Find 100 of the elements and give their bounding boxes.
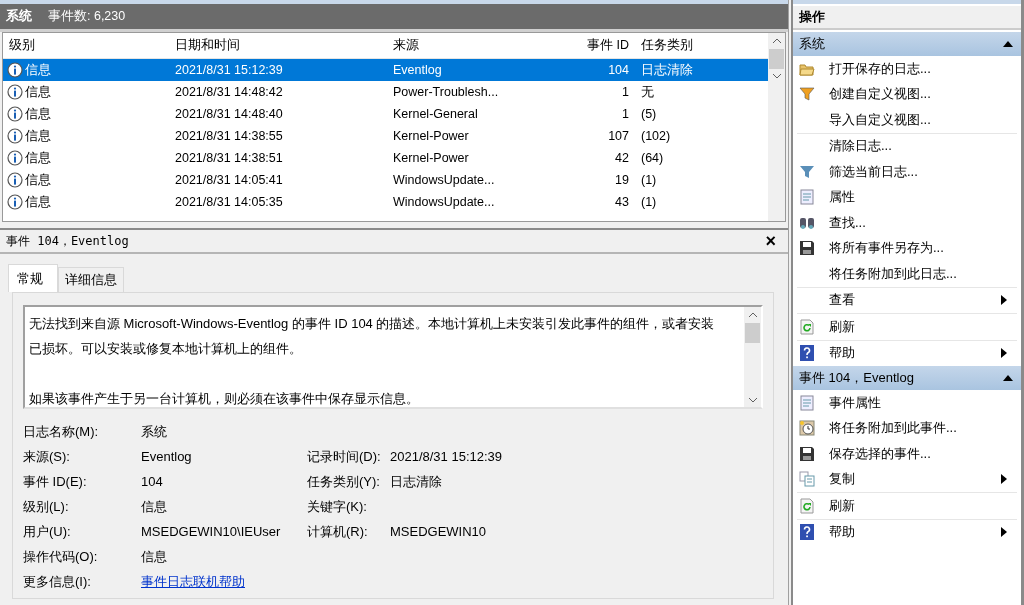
table-cell: 信息 (25, 193, 51, 211)
info-icon (7, 62, 23, 78)
description-text: 无法找到来自源 Microsoft-Windows-Eventlog 的事件 ID 104 的描述。本地计算机上未安装引发此事件的组件，或者安装已损坏。可以安装或修复本地计算机上的组件。 (29, 315, 716, 358)
collapse-icon[interactable] (1003, 375, 1013, 381)
section-title: 事件 104，Eventlog (799, 369, 914, 387)
field-label: 来源(S): (23, 447, 71, 466)
column-header[interactable]: 事件 ID (511, 37, 635, 54)
table-cell-text: WindowsUpdate... (392, 173, 496, 187)
table-cell-text: (1) (640, 195, 658, 209)
funnel-icon (799, 163, 815, 180)
field-label: 计算机(R): (307, 522, 369, 541)
field-value: 信息 (141, 548, 167, 564)
table-cell-text: 1 (621, 85, 630, 99)
event-row[interactable]: 信息 2021/8/31 15:12:39 Eventlog 104 日志清除 (3, 59, 768, 81)
table-cell-text: 1 (621, 107, 630, 121)
section-header[interactable]: 系统 (793, 32, 1021, 56)
close-button[interactable]: × (759, 232, 782, 250)
field-label: 更多信息(I): (23, 572, 92, 591)
scrollbar[interactable] (744, 307, 761, 407)
event-row[interactable]: 信息 2021/8/31 14:38:51 Kernel-Power 42 (64) (3, 147, 768, 169)
table-cell-text: (1) (640, 173, 658, 187)
info-icon (7, 84, 23, 100)
table-cell: 信息 (25, 105, 51, 123)
event-row[interactable]: 信息 2021/8/31 14:05:35 WindowsUpdate... 43 (1) (3, 191, 768, 213)
properties-icon (799, 189, 815, 206)
field-value: 104 (141, 474, 163, 489)
action-item[interactable]: 将任务附加到此事件... (829, 419, 1015, 438)
table-cell-text: Power-Troublesh... (392, 85, 500, 99)
section-header[interactable]: 事件 104，Eventlog (793, 366, 1021, 390)
section-title: 系统 (799, 35, 825, 53)
event-row[interactable]: 信息 2021/8/31 14:38:55 Kernel-Power 107 (102) (3, 125, 768, 147)
field-label: 日志名称(M): (23, 422, 100, 441)
copy-icon (799, 471, 815, 488)
clock-icon (799, 420, 815, 437)
table-cell: 信息 (25, 83, 51, 101)
scroll-down-icon[interactable] (772, 74, 781, 79)
actions-title: 操作 (793, 6, 1021, 30)
action-item[interactable]: 导入自定义视图... (829, 110, 1015, 129)
table-cell-text: 107 (607, 129, 630, 143)
action-item[interactable]: 将任务附加到此日志... (829, 264, 1015, 283)
field-value: 2021/8/31 15:12:39 (390, 449, 503, 464)
action-item[interactable]: 清除日志... (829, 137, 1015, 156)
action-item[interactable]: 筛选当前日志... (829, 162, 1015, 181)
column-header[interactable]: 日期和时间 (169, 37, 387, 54)
action-item[interactable]: 刷新 (829, 496, 1015, 515)
refresh-icon (799, 318, 815, 335)
table-cell-text: 43 (614, 195, 630, 209)
info-icon (7, 106, 23, 122)
action-item[interactable]: 将所有事件另存为... (829, 239, 1015, 258)
scroll-up-icon[interactable] (748, 312, 757, 317)
table-cell-text: (64) (640, 151, 665, 165)
info-icon (7, 150, 23, 166)
tab[interactable]: 常规 (8, 264, 58, 292)
action-item[interactable]: 刷新 (829, 317, 1015, 336)
help-link[interactable]: 事件日志联机帮助 (141, 573, 245, 589)
action-item[interactable]: 查找... (829, 213, 1015, 232)
field-value: Eventlog (141, 449, 192, 464)
table-cell-text: 2021/8/31 14:05:41 (174, 173, 284, 187)
table-cell-text: 日志清除 (640, 61, 694, 79)
table-cell-text: Kernel-General (392, 107, 479, 121)
field-label: 操作代码(O): (23, 547, 99, 566)
scroll-up-icon[interactable] (772, 38, 781, 43)
field-value: 日志清除 (390, 473, 442, 489)
info-icon (7, 172, 23, 188)
action-item[interactable]: 查看 (829, 291, 1001, 310)
action-item[interactable]: 创建自定义视图... (829, 85, 1015, 104)
action-item[interactable]: 打开保存的日志... (829, 59, 1015, 78)
action-item[interactable]: 复制 (829, 470, 1001, 489)
event-row[interactable]: 信息 2021/8/31 14:48:40 Kernel-General 1 (5) (3, 103, 768, 125)
table-cell-text: 2021/8/31 15:12:39 (174, 63, 284, 77)
action-item[interactable]: 帮助 (829, 523, 1001, 542)
field-value: 信息 (141, 498, 167, 514)
field-label: 记录时间(D): (307, 447, 382, 466)
refresh-icon (799, 497, 815, 514)
action-item[interactable]: 帮助 (829, 344, 1001, 363)
event-row[interactable]: 信息 2021/8/31 14:48:42 Power-Troublesh... 1 无 (3, 81, 768, 103)
scroll-thumb[interactable] (745, 323, 760, 343)
event-row[interactable]: 信息 2021/8/31 14:05:41 WindowsUpdate... 19 (1) (3, 169, 768, 191)
column-header[interactable]: 任务类别 (635, 37, 763, 54)
table-cell-text: Kernel-Power (392, 129, 470, 143)
help-icon (799, 524, 815, 541)
action-item[interactable]: 保存选择的事件... (829, 444, 1015, 463)
scroll-thumb[interactable] (769, 49, 784, 69)
field-value: MSEDGEWIN10\IEUser (141, 524, 281, 539)
column-header[interactable]: 级别 (3, 37, 169, 54)
scroll-down-icon[interactable] (748, 398, 757, 403)
action-item[interactable]: 属性 (829, 188, 1015, 207)
table-cell: 信息 (25, 61, 51, 79)
log-name: 系统 (6, 8, 32, 25)
table-cell-text: Eventlog (392, 63, 443, 77)
properties-icon (799, 394, 815, 411)
table-cell-text: 2021/8/31 14:48:42 (174, 85, 284, 99)
field-label: 关键字(K): (307, 497, 368, 516)
collapse-icon[interactable] (1003, 41, 1013, 47)
scrollbar[interactable] (768, 33, 785, 221)
field-label: 用户(U): (23, 522, 72, 541)
table-cell-text: 2021/8/31 14:05:35 (174, 195, 284, 209)
action-item[interactable]: 事件属性 (829, 393, 1015, 412)
column-header[interactable]: 来源 (387, 37, 511, 54)
tab[interactable]: 详细信息 (58, 267, 124, 292)
